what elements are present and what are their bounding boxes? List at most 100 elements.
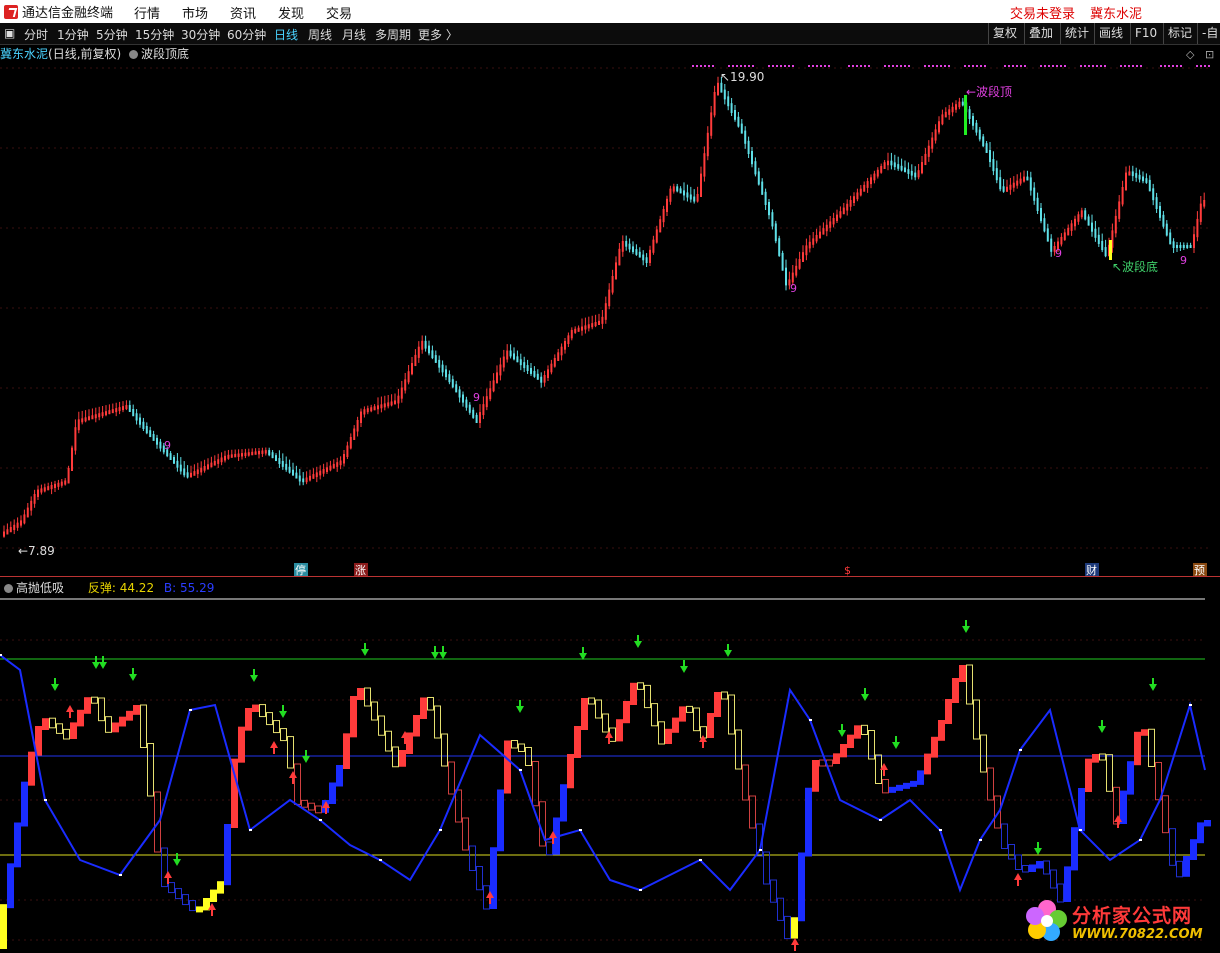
oscillator-bar [1036, 861, 1043, 869]
sell-arrow-icon [680, 666, 688, 673]
price-candle [353, 428, 356, 440]
price-candle [448, 374, 451, 383]
oscillator-bar [63, 728, 70, 740]
oscillator-bar [42, 718, 49, 730]
price-candle [125, 405, 128, 410]
price-candle [261, 450, 264, 454]
signal-dot [936, 65, 938, 67]
signal-dot [1008, 65, 1010, 67]
price-candle [479, 412, 481, 423]
price-candle [329, 465, 332, 471]
price-candle [615, 262, 617, 279]
price-candle [812, 238, 815, 245]
signal-dot [1136, 65, 1138, 67]
price-candle [1036, 197, 1039, 211]
oscillator-bar [189, 900, 196, 912]
price-candle [686, 192, 689, 198]
price-candle [1094, 228, 1097, 238]
price-candle [312, 474, 315, 479]
sell-arrow-stem [442, 646, 444, 653]
sub-indicator-toggle-icon[interactable] [4, 584, 13, 593]
price-candle [156, 437, 158, 445]
price-candle [645, 257, 648, 263]
price-candle [264, 450, 267, 454]
price-candle [717, 82, 719, 95]
oscillator-bar [1106, 754, 1113, 792]
oscillator-bar [1141, 729, 1148, 736]
price-candle [914, 172, 917, 178]
oscillator-bar [784, 915, 791, 940]
price-candle [856, 192, 859, 200]
signal-dot [1016, 65, 1018, 67]
sub-indicator-name[interactable]: 高抛低吸 [16, 581, 64, 595]
oscillator-bar [1155, 762, 1162, 801]
oscillator-bar [714, 692, 721, 717]
price-candle [543, 375, 546, 383]
price-candle [9, 527, 12, 533]
sell-arrow-stem [434, 646, 436, 653]
price-candle [292, 469, 294, 476]
b-line-dot [1139, 839, 1142, 841]
oscillator-bar [1092, 754, 1099, 763]
price-candle [975, 122, 978, 133]
price-candle [465, 399, 468, 408]
price-candle [322, 469, 325, 474]
price-candle [1159, 206, 1161, 218]
price-candle [1176, 245, 1178, 248]
price-candle [1179, 245, 1182, 248]
price-candle [203, 466, 206, 471]
price-candle [1128, 171, 1131, 176]
signal-dot [1092, 65, 1094, 67]
signal-dot [1124, 65, 1126, 67]
price-candle [455, 384, 458, 393]
sell-arrow-stem [965, 620, 967, 627]
oscillator-bar [770, 879, 777, 903]
price-candle [523, 362, 526, 369]
price-candle [805, 245, 808, 256]
price-candle [485, 396, 488, 408]
buy-arrow-stem [702, 742, 704, 748]
price-candle [825, 224, 828, 232]
sell-arrow-icon [250, 675, 258, 682]
buy-arrow-icon [164, 871, 172, 878]
signal-dot [888, 65, 890, 67]
oscillator-bar [1050, 869, 1057, 889]
kline-chart[interactable]: ↖19.90←7.89←波段顶↖波段底99999停涨 $ 财预◇ ⊡ [0, 0, 1220, 953]
sell-arrow-stem [102, 656, 104, 663]
price-candle [822, 228, 825, 235]
price-candle [893, 162, 896, 168]
price-candle [785, 267, 787, 286]
price-candle [295, 472, 298, 479]
wave-bottom-marker: ↖波段底 [1112, 259, 1158, 274]
oscillator-bar [49, 717, 56, 729]
price-candle [431, 350, 434, 359]
price-candle [839, 211, 842, 218]
oscillator-bar [924, 753, 931, 775]
buy-arrow-stem [404, 738, 406, 744]
oscillator-bar [420, 697, 427, 719]
signal-dot [924, 65, 926, 67]
signal-dot [740, 65, 742, 67]
wave-top-candle [964, 95, 967, 135]
price-candle [81, 418, 84, 423]
oscillator-bar [301, 799, 308, 808]
oscillator-bar [1162, 795, 1169, 834]
price-candle [638, 251, 641, 258]
oscillator-bar [357, 688, 364, 700]
signal-dot [736, 65, 738, 67]
price-candle [972, 116, 974, 126]
price-candle [574, 328, 577, 333]
sell-arrow-icon [279, 711, 287, 718]
price-candle [98, 413, 101, 418]
price-candle [13, 524, 16, 531]
signal-dot [948, 65, 950, 67]
price-candle [683, 190, 685, 196]
price-candle [519, 359, 522, 366]
price-candle [1162, 214, 1165, 227]
price-candle [696, 194, 699, 202]
buy-arrow-stem [167, 878, 169, 884]
signal-dot [904, 65, 906, 67]
panel-divider[interactable] [0, 576, 1220, 577]
price-candle [989, 150, 991, 163]
price-candle [179, 464, 182, 472]
